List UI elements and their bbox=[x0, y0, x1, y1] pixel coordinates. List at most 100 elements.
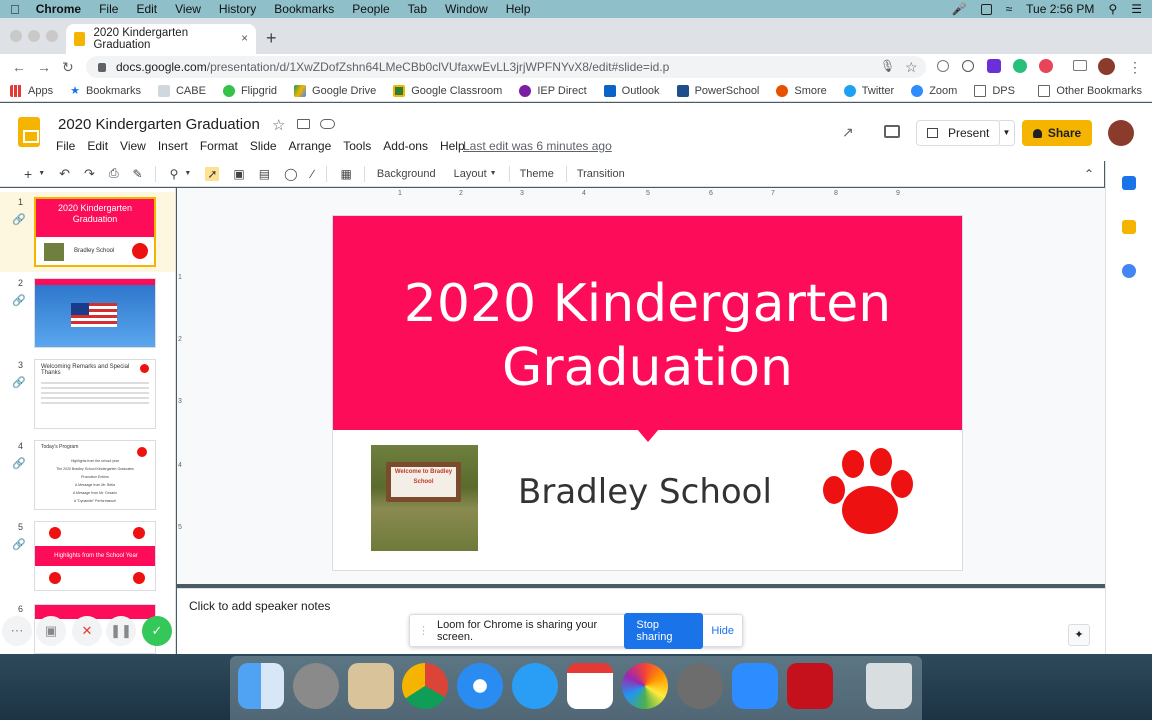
slides-menu-insert[interactable]: Insert bbox=[158, 139, 188, 153]
slides-menu-file[interactable]: File bbox=[56, 139, 75, 153]
transition-button[interactable]: Transition bbox=[577, 168, 625, 180]
extension-green-icon[interactable] bbox=[1013, 59, 1027, 73]
bookmark-outlook[interactable]: Outlook bbox=[603, 84, 660, 97]
present-dropdown-icon[interactable]: ▼ bbox=[999, 120, 1015, 146]
stop-sharing-button[interactable]: Stop sharing bbox=[624, 612, 704, 649]
slide-thumbnail-1[interactable]: 2020 Kindergarten Graduation Bradley Sch… bbox=[34, 197, 156, 267]
bookmark-google-drive[interactable]: Google Drive bbox=[294, 84, 376, 97]
slides-menu-slide[interactable]: Slide bbox=[250, 139, 277, 153]
layout-dropdown-icon[interactable]: ▼ bbox=[490, 170, 497, 177]
add-comment-icon[interactable]: ▦ bbox=[341, 167, 352, 181]
bookmark-google-classroom[interactable]: Google Classroom bbox=[393, 84, 502, 97]
browser-tab[interactable]: 2020 Kindergarten Graduation × bbox=[66, 24, 256, 54]
present-button[interactable]: Present bbox=[916, 120, 1000, 146]
image-icon[interactable]: ▤ bbox=[259, 167, 270, 181]
address-bar[interactable]: docs.google.com /presentation/d/1XwZDofZ… bbox=[86, 56, 926, 78]
calendar-icon[interactable] bbox=[1122, 176, 1136, 190]
loom-menu-icon[interactable]: ⋯ bbox=[2, 616, 32, 646]
extension-icon[interactable] bbox=[937, 60, 949, 72]
explore-icon[interactable]: ✦ bbox=[1068, 624, 1090, 646]
background-button[interactable]: Background bbox=[377, 168, 436, 180]
photos-icon[interactable] bbox=[622, 663, 668, 709]
bookmark-flipgrid[interactable]: Flipgrid bbox=[222, 84, 277, 97]
menu-history[interactable]: History bbox=[219, 2, 256, 16]
menu-edit[interactable]: Edit bbox=[136, 2, 157, 16]
bookmark-dps[interactable]: DPS bbox=[974, 84, 1015, 97]
trash-icon[interactable] bbox=[866, 663, 912, 709]
share-button[interactable]: Share bbox=[1022, 120, 1092, 146]
slides-menu-arrange[interactable]: Arrange bbox=[289, 139, 332, 153]
tasks-icon[interactable] bbox=[1122, 264, 1136, 278]
shape-icon[interactable]: ◯ bbox=[284, 167, 297, 181]
profile-avatar[interactable] bbox=[1098, 58, 1115, 75]
keep-icon[interactable] bbox=[1122, 220, 1136, 234]
zoom-dropdown-icon[interactable]: ▼ bbox=[184, 170, 191, 177]
slide-thumbnail-5[interactable]: Highlights from the School Year bbox=[34, 521, 156, 591]
extension-power-icon[interactable] bbox=[962, 60, 974, 72]
forward-icon[interactable]: → bbox=[37, 59, 51, 75]
account-avatar[interactable] bbox=[1108, 120, 1134, 146]
drag-handle-icon[interactable]: ⋮ bbox=[418, 624, 429, 637]
slides-logo-icon[interactable] bbox=[18, 117, 40, 147]
messages-icon[interactable] bbox=[512, 663, 558, 709]
slides-menu-view[interactable]: View bbox=[120, 139, 146, 153]
mail-stamp-icon[interactable] bbox=[348, 663, 394, 709]
print-icon[interactable]: ⎙ bbox=[109, 166, 119, 181]
new-tab-button[interactable]: + bbox=[266, 28, 277, 49]
loom-camera-icon[interactable]: ▣ bbox=[36, 616, 66, 646]
line-icon[interactable]: ∕ bbox=[312, 167, 314, 181]
system-preferences-icon[interactable] bbox=[677, 663, 723, 709]
menu-file[interactable]: File bbox=[99, 2, 118, 16]
slide-thumbnail-4[interactable]: Today's Program Highlights from the scho… bbox=[34, 440, 156, 510]
slide-thumbnail-2[interactable] bbox=[34, 278, 156, 348]
redo-icon[interactable]: ↷ bbox=[84, 166, 95, 182]
loom-cancel-icon[interactable]: ✕ bbox=[72, 616, 102, 646]
tab-close-icon[interactable]: × bbox=[241, 33, 248, 45]
spotlight-search-icon[interactable]: ⚲ bbox=[1108, 2, 1117, 16]
move-folder-icon[interactable] bbox=[297, 119, 310, 129]
acrobat-icon[interactable] bbox=[787, 663, 833, 709]
apple-icon[interactable]:  bbox=[10, 2, 20, 17]
layout-button[interactable]: Layout bbox=[454, 168, 487, 180]
new-slide-dropdown-icon[interactable]: ▼ bbox=[38, 170, 45, 177]
status-icon[interactable] bbox=[980, 3, 992, 15]
slides-menu-tools[interactable]: Tools bbox=[343, 139, 371, 153]
window-close-button[interactable] bbox=[10, 30, 22, 42]
bookmark-cabe[interactable]: CABE bbox=[157, 84, 206, 97]
slides-menu-help[interactable]: Help bbox=[440, 139, 465, 153]
safari-icon[interactable] bbox=[457, 663, 503, 709]
zoom-icon[interactable]: ⚲ bbox=[170, 167, 179, 181]
theme-button[interactable]: Theme bbox=[520, 168, 554, 180]
reload-icon[interactable]: ↻ bbox=[62, 59, 74, 76]
undo-icon[interactable]: ↶ bbox=[59, 166, 70, 182]
collapse-toolbar-icon[interactable]: ⌃ bbox=[1084, 167, 1094, 181]
menu-app-name[interactable]: Chrome bbox=[36, 2, 81, 16]
text-box-icon[interactable]: ▣ bbox=[233, 167, 244, 181]
window-minimize-button[interactable] bbox=[28, 30, 40, 42]
slides-menu-format[interactable]: Format bbox=[200, 139, 238, 153]
wifi-icon[interactable]: ≈ bbox=[1006, 2, 1013, 16]
chrome-icon[interactable] bbox=[402, 663, 448, 709]
bookmark-powerschool[interactable]: PowerSchool bbox=[676, 84, 759, 97]
bookmark-twitter[interactable]: Twitter bbox=[843, 84, 894, 97]
paint-format-icon[interactable]: ✎ bbox=[133, 167, 143, 181]
cloud-status-icon[interactable] bbox=[320, 119, 335, 129]
menu-help[interactable]: Help bbox=[506, 2, 531, 16]
bookmark-other[interactable]: Other Bookmarks bbox=[1038, 84, 1142, 97]
menu-view[interactable]: View bbox=[175, 2, 201, 16]
extension-loom-icon[interactable] bbox=[1039, 59, 1053, 73]
menu-bookmarks[interactable]: Bookmarks bbox=[274, 2, 334, 16]
paw-print-icon[interactable] bbox=[820, 448, 914, 540]
loom-finish-icon[interactable]: ✓ bbox=[142, 616, 172, 646]
school-name-text[interactable]: Bradley School bbox=[490, 472, 800, 512]
document-title[interactable]: 2020 Kindergarten Graduation bbox=[58, 116, 260, 133]
bookmark-iep-direct[interactable]: IEP Direct bbox=[519, 84, 587, 97]
clock[interactable]: Tue 2:56 PM bbox=[1026, 2, 1094, 16]
cast-icon[interactable] bbox=[1073, 60, 1087, 71]
loom-pause-icon[interactable]: ❚❚ bbox=[106, 616, 136, 646]
menu-window[interactable]: Window bbox=[445, 2, 488, 16]
launchpad-icon[interactable] bbox=[293, 663, 339, 709]
bookmark-zoom[interactable]: Zoom bbox=[911, 84, 957, 97]
last-edit-link[interactable]: Last edit was 6 minutes ago bbox=[463, 139, 612, 153]
bookmark-star-icon[interactable]: ☆ bbox=[905, 59, 918, 76]
